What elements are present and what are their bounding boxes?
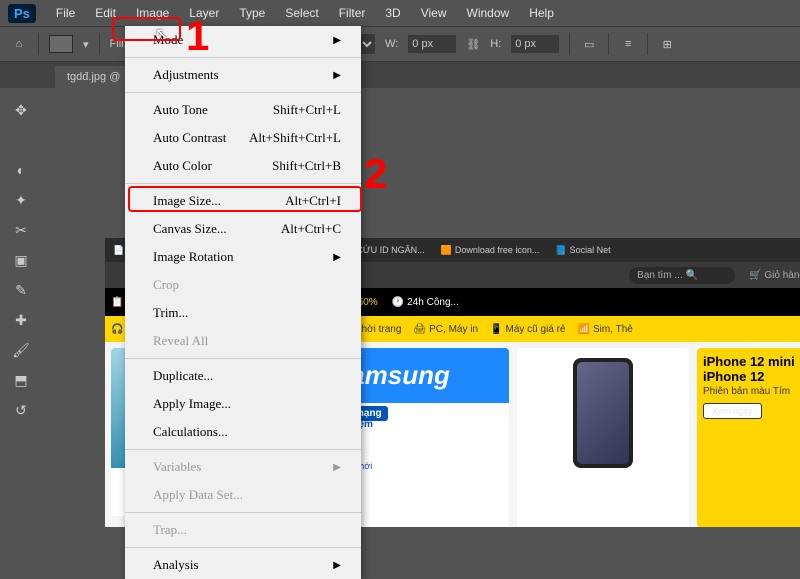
height-input[interactable] (511, 35, 559, 53)
tool-stamp[interactable]: ⬒ (9, 368, 33, 392)
tool-brush[interactable]: 🖌 (9, 338, 33, 362)
annotation-box-2 (128, 186, 362, 212)
home-icon[interactable]: ⌂ (10, 35, 28, 53)
cursor-icon: ↖ (155, 24, 168, 44)
nav-item: 🖨 PC, Máy in (413, 324, 478, 335)
menu-dataset: Apply Data Set... (125, 481, 361, 509)
ruler-vertical (42, 104, 55, 527)
tool-frame[interactable]: ▣ (9, 248, 33, 272)
menu-reveal: Reveal All (125, 327, 361, 355)
annotation-box-1 (112, 17, 181, 41)
menu-filter[interactable]: Filter (329, 2, 376, 24)
ps-logo: Ps (8, 4, 36, 23)
link-icon[interactable]: ⛓ (466, 38, 480, 51)
menu-select[interactable]: Select (275, 2, 328, 24)
menu-type[interactable]: Type (229, 2, 275, 24)
menu-apply-image[interactable]: Apply Image... (125, 390, 361, 418)
browser-tab: 🟧 Download free icon... (433, 245, 548, 256)
menu-duplicate[interactable]: Duplicate... (125, 362, 361, 390)
site-search: Bạn tìm ... 🔍 (629, 267, 735, 284)
nav-item: 📶 Sim, Thẻ (578, 324, 633, 335)
browser-tab: 📘 Social Net (547, 245, 618, 256)
tool-shape-icon[interactable] (49, 35, 73, 53)
w-label: W: (385, 38, 398, 50)
menu-auto-color[interactable]: Auto ColorShift+Ctrl+B (125, 152, 361, 180)
menu-analysis[interactable]: Analysis▶ (125, 551, 361, 579)
menu-calculations[interactable]: Calculations... (125, 418, 361, 446)
tool-heal[interactable]: ✚ (9, 308, 33, 332)
menu-trim[interactable]: Trim... (125, 299, 361, 327)
tool-move[interactable]: ✥ (9, 98, 33, 122)
menu-trap: Trap... (125, 516, 361, 544)
tool-dropdown[interactable]: ▾ (83, 38, 89, 51)
align-icon[interactable]: ≡ (619, 35, 637, 53)
nav-item: 📱 Máy cũ giá rẻ (490, 324, 565, 335)
tool-eyedrop[interactable]: ✎ (9, 278, 33, 302)
tool-marquee[interactable] (9, 128, 33, 152)
h-label: H: (490, 38, 501, 50)
annotation-number-1: 1 (186, 12, 209, 60)
tool-history[interactable]: ↺ (9, 398, 33, 422)
menu-window[interactable]: Window (457, 2, 520, 24)
tool-lasso[interactable]: ◐ (9, 158, 33, 182)
topbar-24h: 🕐 24h Công... (392, 297, 459, 308)
menu-3d[interactable]: 3D (375, 2, 410, 24)
menu-rotation[interactable]: Image Rotation▶ (125, 243, 361, 271)
document-tab[interactable]: tgdđ.jpg @ (55, 66, 132, 88)
tool-crop[interactable]: ✂ (9, 218, 33, 242)
width-input[interactable] (408, 35, 456, 53)
menu-canvas-size[interactable]: Canvas Size...Alt+Ctrl+C (125, 215, 361, 243)
image-menu-dropdown: Mode▶ Adjustments▶ Auto ToneShift+Ctrl+L… (125, 26, 361, 579)
banner-iphone: iPhone 12 miniiPhone 12 Phiên bản màu Tí… (697, 348, 800, 527)
menu-auto-tone[interactable]: Auto ToneShift+Ctrl+L (125, 96, 361, 124)
view-button: Xem ngay (703, 403, 762, 419)
arrange-icon[interactable]: ⊞ (658, 35, 676, 53)
annotation-number-2: 2 (364, 150, 387, 198)
menu-file[interactable]: File (46, 2, 85, 24)
banner-phone-generic (517, 348, 689, 527)
menu-crop: Crop (125, 271, 361, 299)
tool-wand[interactable]: ✦ (9, 188, 33, 212)
menu-variables: Variables▶ (125, 453, 361, 481)
menu-adjustments[interactable]: Adjustments▶ (125, 61, 361, 89)
menu-view[interactable]: View (411, 2, 457, 24)
cart-icon: 🛒 Giỏ hàng (739, 270, 800, 281)
menu-auto-contrast[interactable]: Auto ContrastAlt+Shift+Ctrl+L (125, 124, 361, 152)
pathop-icon[interactable]: ▭ (580, 35, 598, 53)
menu-help[interactable]: Help (519, 2, 564, 24)
